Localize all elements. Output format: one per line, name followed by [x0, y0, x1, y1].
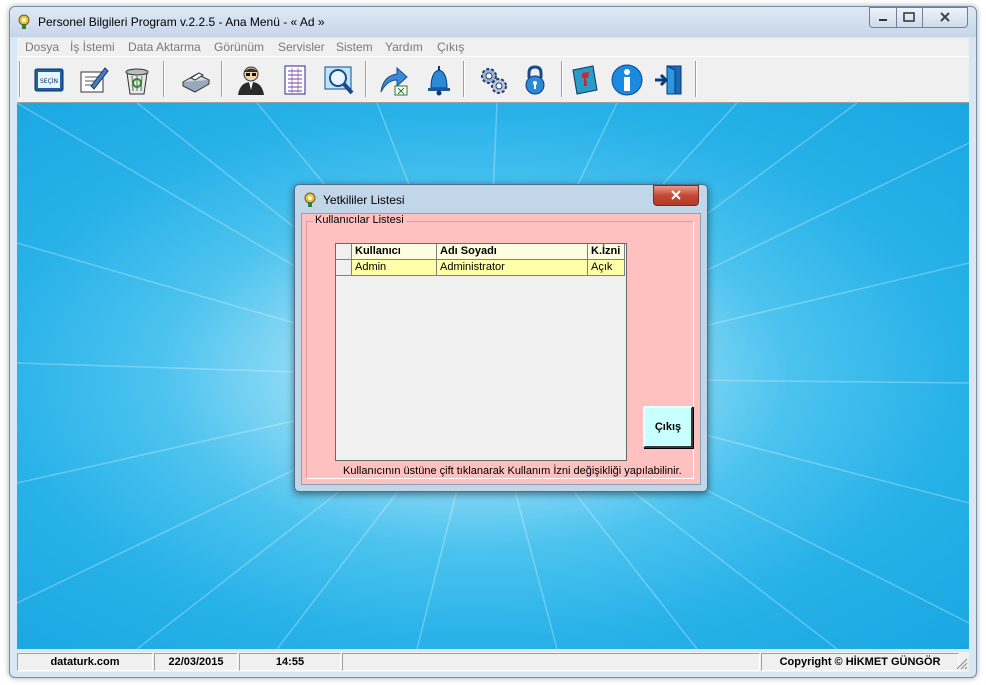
- lock-icon: [525, 65, 545, 95]
- menu-is-istemi[interactable]: İş İstemi: [70, 40, 115, 54]
- menu-data-aktarma[interactable]: Data Aktarma: [128, 40, 201, 54]
- settings-gears-icon: [481, 68, 507, 94]
- group-label: Kullanıcılar Listesi: [313, 214, 406, 226]
- status-time: 14:55: [239, 653, 341, 671]
- users-group: Kullanıcılar Listesi Kullanıcı Adı Soyad…: [306, 214, 694, 479]
- info-icon: [611, 64, 643, 96]
- exit-button-toolbar[interactable]: [649, 60, 689, 100]
- status-site: dataturk.com: [17, 653, 153, 671]
- menu-cikis[interactable]: Çıkış: [437, 40, 464, 54]
- toolbar-separator: [463, 61, 465, 97]
- edit-form-button[interactable]: [73, 60, 113, 100]
- info-button[interactable]: [607, 60, 647, 100]
- printer-icon: [181, 72, 211, 93]
- edit-form-icon: [80, 67, 109, 93]
- status-bar: dataturk.com 22/03/2015 14:55 Copyright …: [17, 652, 969, 672]
- maximize-button[interactable]: [896, 7, 923, 28]
- table-cell-user[interactable]: Admin: [352, 260, 437, 276]
- dialog-body: Kullanıcılar Listesi Kullanıcı Adı Soyad…: [301, 213, 701, 485]
- exit-door-icon: [655, 65, 682, 95]
- resize-grip-icon[interactable]: [956, 658, 968, 670]
- toolbar-separator: [695, 61, 697, 97]
- row-selector[interactable]: [336, 260, 352, 276]
- settings-button[interactable]: [473, 60, 513, 100]
- restore-icon: [903, 12, 915, 22]
- minimize-button[interactable]: [869, 7, 897, 28]
- toolbar-separator: [561, 61, 563, 97]
- menu-dosya[interactable]: Dosya: [25, 40, 59, 54]
- book-icon: [572, 65, 598, 95]
- menu-gorunum[interactable]: Görünüm: [214, 40, 264, 54]
- magnifier-icon: [324, 66, 354, 95]
- toolbar-separator: [365, 61, 367, 97]
- status-copyright: Copyright © HİKMET GÜNGÖR: [761, 653, 959, 671]
- select-button[interactable]: SEÇİN: [29, 60, 69, 100]
- lock-button[interactable]: [515, 60, 555, 100]
- grid-corner: [336, 244, 352, 260]
- column-header-user[interactable]: Kullanıcı: [352, 244, 437, 260]
- hint-text: Kullanıcının üstüne çift tıklanarak Kull…: [343, 465, 682, 477]
- recycle-bin-icon: [125, 68, 149, 95]
- minimize-icon: [879, 19, 887, 21]
- toolbar-separator: [221, 61, 223, 97]
- status-empty: [342, 653, 760, 671]
- select-icon: SEÇİN: [34, 68, 64, 92]
- column-header-permission[interactable]: K.İzni: [588, 244, 625, 260]
- toolbar-separator: [163, 61, 165, 97]
- bell-icon: [428, 66, 450, 96]
- dialog-title: Yetkililer Listesi: [323, 193, 405, 207]
- dialog-close-button[interactable]: [653, 185, 699, 206]
- menu-sistem[interactable]: Sistem: [336, 40, 373, 54]
- window-title: Personel Bilgileri Program v.2.2.5 - Ana…: [38, 15, 325, 29]
- person-button[interactable]: [231, 60, 271, 100]
- person-icon: [238, 66, 264, 95]
- users-grid[interactable]: Kullanıcı Adı Soyadı K.İzni Admin Admini…: [335, 243, 627, 461]
- toolbar-separator: [19, 61, 21, 97]
- exit-button[interactable]: Çıkış: [643, 406, 693, 448]
- users-dialog: Yetkililer Listesi Kullanıcılar Listesi …: [294, 184, 708, 492]
- menu-yardim[interactable]: Yardım: [385, 40, 423, 54]
- table-cell-permission[interactable]: Açık: [588, 260, 625, 276]
- select-icon-label: SEÇİN: [40, 78, 58, 85]
- recycle-bin-button[interactable]: [117, 60, 157, 100]
- close-button[interactable]: [922, 7, 968, 28]
- search-button[interactable]: [319, 60, 359, 100]
- table-cell-name[interactable]: Administrator: [437, 260, 588, 276]
- title-bar[interactable]: Personel Bilgileri Program v.2.2.5 - Ana…: [10, 7, 976, 37]
- menu-servisler[interactable]: Servisler: [278, 40, 325, 54]
- toolbar: SEÇİN: [17, 56, 969, 103]
- status-date: 22/03/2015: [154, 653, 238, 671]
- menu-bar: Dosya İş İstemi Data Aktarma Görünüm Ser…: [17, 38, 969, 56]
- close-icon: [671, 190, 681, 200]
- document-list-icon: [284, 65, 306, 95]
- export-button[interactable]: [373, 60, 413, 100]
- bell-button[interactable]: [419, 60, 459, 100]
- user-q-icon: [18, 14, 30, 29]
- column-header-name[interactable]: Adı Soyadı: [437, 244, 588, 260]
- printer-button[interactable]: [175, 60, 215, 100]
- document-list-button[interactable]: [275, 60, 315, 100]
- book-button[interactable]: [565, 60, 605, 100]
- export-arrow-icon: [380, 66, 408, 96]
- close-icon: [940, 12, 950, 22]
- user-q-icon: [304, 192, 316, 207]
